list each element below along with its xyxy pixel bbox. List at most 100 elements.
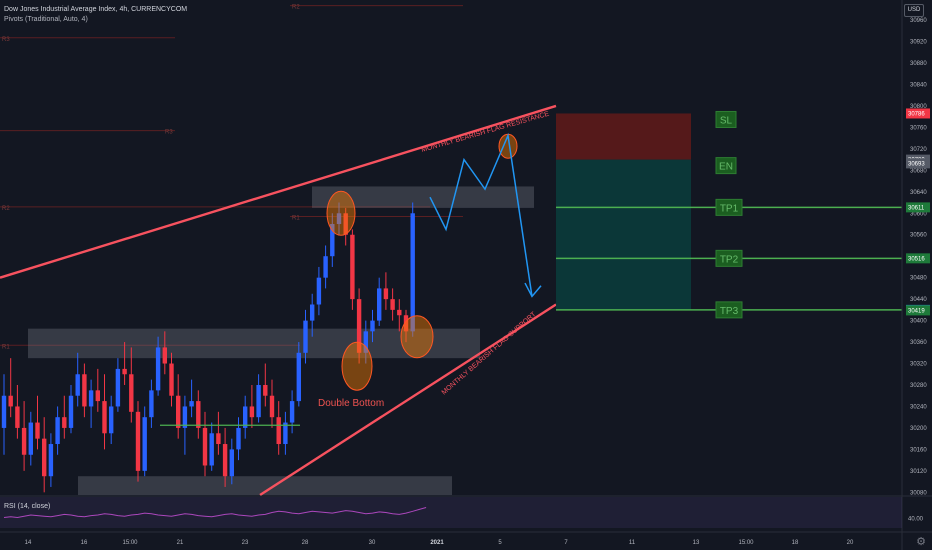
highlight-ellipse: [326, 190, 356, 236]
highlight-ellipse: [341, 341, 373, 391]
target-label: TP2: [720, 254, 739, 265]
candle: [323, 256, 328, 278]
candle: [155, 347, 161, 391]
candle: [377, 288, 382, 321]
x-tick-label: 11: [629, 540, 636, 546]
price-tag-label: 30611: [908, 205, 925, 211]
candle: [1, 395, 7, 428]
candle: [289, 401, 295, 423]
level-label: EN: [719, 162, 733, 173]
y-tick-label: 30560: [910, 233, 927, 239]
stop-zone: [556, 113, 691, 160]
y-tick-label: 30280: [910, 383, 927, 389]
candle: [350, 234, 355, 300]
candle: [276, 417, 281, 445]
candle: [162, 347, 167, 364]
x-tick-label: 28: [302, 540, 309, 546]
y-tick-label: 30960: [910, 18, 927, 24]
x-tick-label: 15:00: [738, 540, 754, 546]
candle: [102, 401, 107, 434]
candle: [142, 417, 147, 471]
y-tick-label: 30440: [910, 297, 927, 303]
price-tag-label: 30786: [908, 111, 925, 117]
candle: [249, 406, 255, 418]
level-label: SL: [720, 115, 733, 126]
y-tick-label: 30840: [910, 82, 927, 88]
rsi-band: [0, 497, 902, 528]
x-tick-label: 21: [177, 540, 184, 546]
y-tick-label: 30120: [910, 469, 927, 475]
rsi-axis-label: 40.00: [908, 517, 924, 523]
target-label: TP1: [720, 203, 739, 214]
target-zone: [556, 159, 691, 310]
candle: [397, 309, 402, 316]
x-tick-label: 16: [81, 540, 88, 546]
y-tick-label: 30200: [910, 426, 927, 432]
candle: [95, 390, 100, 402]
candle: [169, 363, 174, 396]
double-bottom-label: Double Bottom: [318, 398, 384, 409]
pivot-label: R3: [2, 37, 10, 43]
y-tick-label: 30320: [910, 362, 927, 368]
candle: [303, 320, 308, 353]
candle: [222, 444, 228, 477]
x-tick-label: 20: [847, 540, 854, 546]
candle: [229, 449, 234, 477]
candle: [122, 368, 127, 375]
x-tick-label: 14: [25, 540, 32, 546]
candle: [263, 384, 268, 396]
pivot-label: R1: [292, 215, 300, 221]
chart-canvas[interactable]: R2R3R3R2R1R1MONTHLY BEARISH FLAG RESISTA…: [0, 0, 932, 550]
candle: [370, 320, 375, 332]
gear-icon[interactable]: ⚙: [916, 535, 926, 548]
candle: [62, 417, 67, 428]
candle: [15, 406, 20, 428]
candle: [316, 277, 322, 305]
candle: [256, 384, 261, 418]
y-tick-label: 30760: [910, 125, 927, 131]
candle: [209, 433, 214, 466]
symbol-title: Dow Jones Industrial Average Index, 4h, …: [4, 6, 188, 13]
candle: [296, 352, 301, 402]
candle: [88, 390, 94, 407]
highlight-ellipse: [400, 315, 434, 359]
candle: [189, 401, 194, 407]
x-tick-label: 13: [693, 540, 700, 546]
candle: [216, 433, 221, 445]
candle: [196, 401, 201, 428]
y-tick-label: 30680: [910, 168, 927, 174]
candle: [28, 422, 33, 455]
candle: [410, 213, 415, 332]
candle: [135, 411, 141, 471]
candle: [236, 427, 241, 450]
price-tag-label: 30419: [908, 308, 925, 314]
price-tag-label: 30516: [908, 256, 925, 262]
price-tag-label: 30693: [908, 161, 925, 167]
y-tick-label: 30920: [910, 40, 927, 46]
pivot-label: R2: [2, 206, 10, 212]
currency-button[interactable]: USD: [904, 4, 924, 17]
candle: [8, 395, 13, 407]
y-tick-label: 30720: [910, 147, 927, 153]
y-tick-label: 30240: [910, 404, 927, 410]
indicator-label: Pivots (Traditional, Auto, 4): [4, 16, 88, 23]
y-tick-label: 30880: [910, 61, 927, 67]
candle: [82, 374, 87, 407]
candle: [42, 438, 47, 477]
y-tick-label: 30360: [910, 340, 927, 346]
pivot-label: R2: [292, 5, 300, 11]
pivot-label: R3: [165, 130, 173, 136]
candle: [149, 390, 154, 418]
x-tick-label: 2021: [430, 540, 444, 546]
y-tick-label: 30640: [910, 190, 927, 196]
candle: [115, 368, 121, 407]
candle: [202, 427, 208, 466]
pivot-label: R1: [2, 344, 10, 350]
x-tick-label: 15:00: [122, 540, 138, 546]
candle: [129, 374, 134, 412]
candle: [310, 304, 315, 321]
y-tick-label: 30400: [910, 319, 927, 325]
candle: [109, 406, 114, 434]
y-tick-label: 30160: [910, 447, 927, 453]
candle: [55, 417, 60, 445]
